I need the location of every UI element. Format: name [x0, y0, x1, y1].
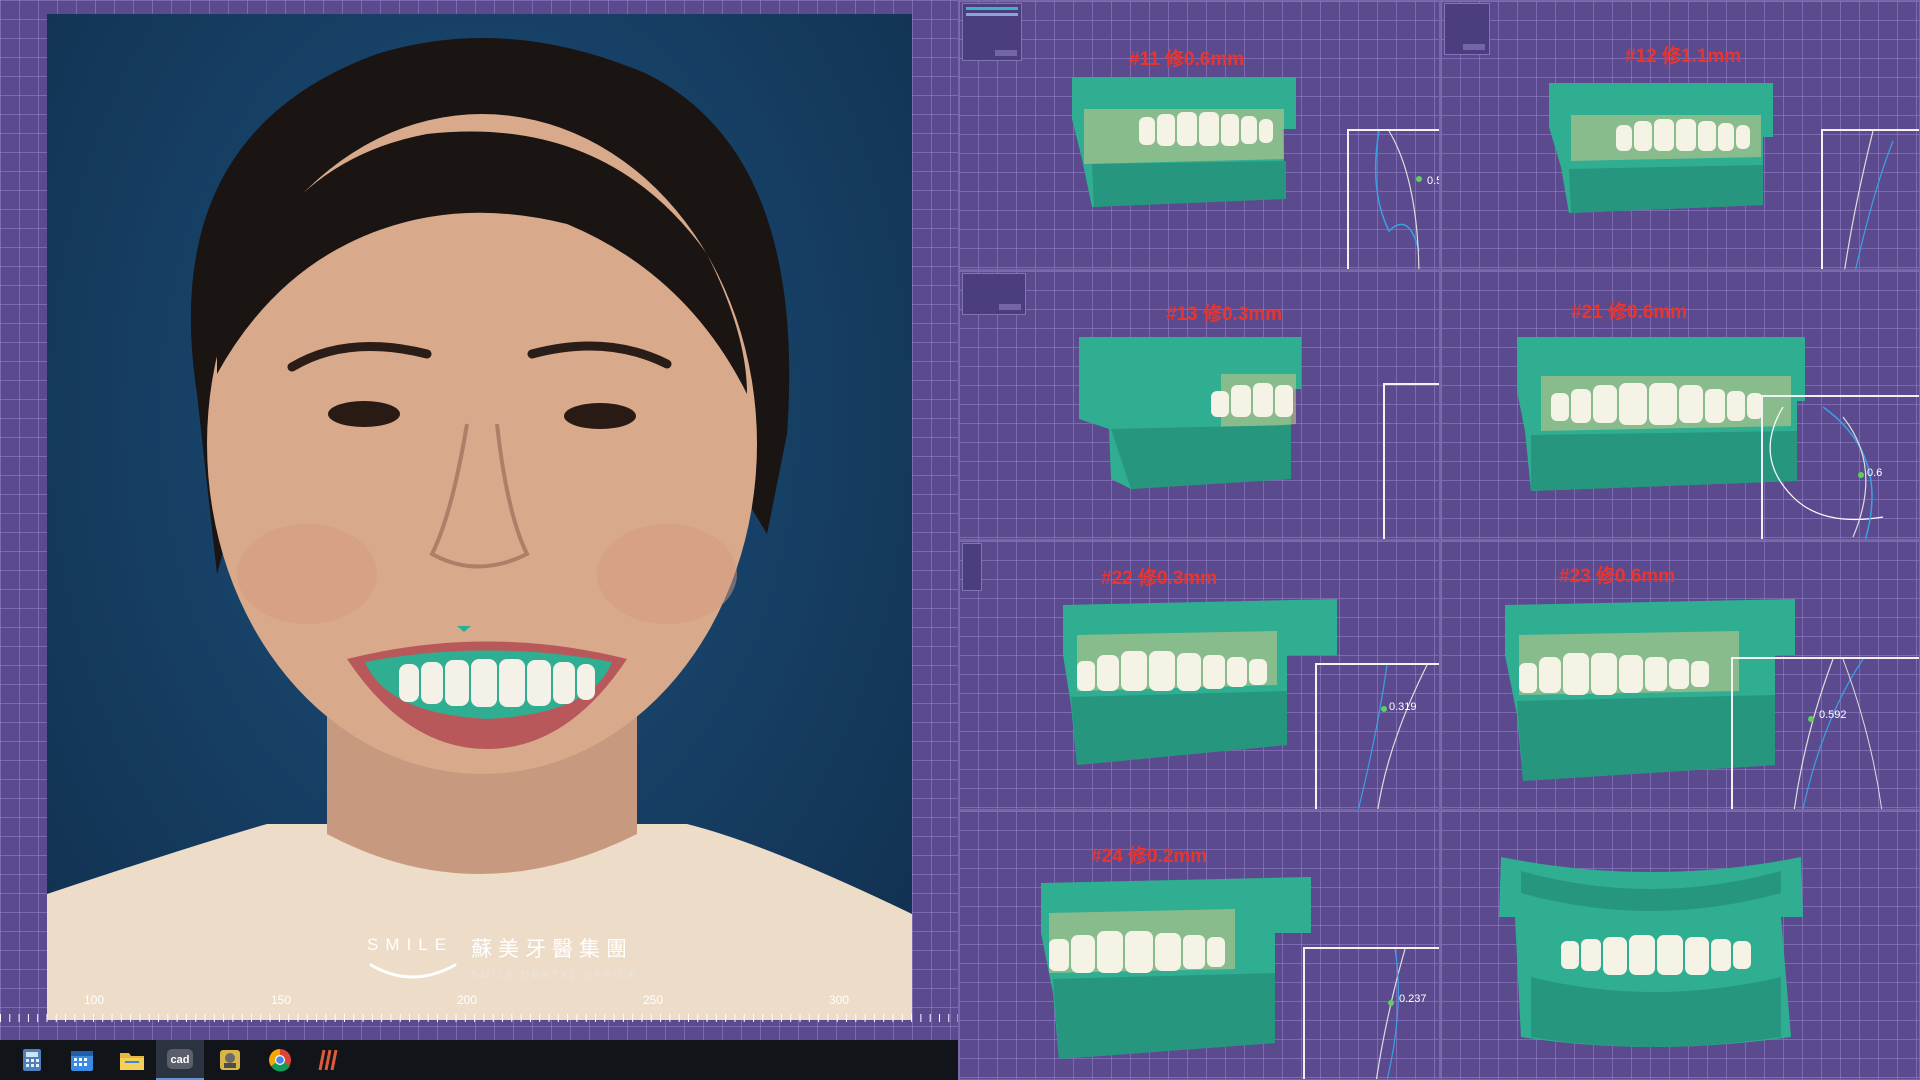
folder-icon[interactable]: [108, 1040, 156, 1080]
ruler-label: 300: [829, 993, 850, 1007]
clinic-logo: SMILE 蘇美牙醫集團 SMILE DENTAL OFFICE: [367, 919, 667, 999]
dental-model-render: [1041, 877, 1311, 1059]
panel-tooth-21[interactable]: #21 修0.6mm 0.6: [1440, 270, 1920, 540]
section-profile-graph: [1383, 383, 1439, 539]
section-profile-graph: 0.5: [1347, 129, 1439, 269]
section-profile-graph: 0.319: [1315, 663, 1439, 809]
face-illustration: [47, 38, 912, 1020]
patient-smile-photo: SMILE 蘇美牙醫集團 SMILE DENTAL OFFICE: [47, 14, 912, 1020]
panel-tooth-11[interactable]: #11 修0.6mm 0.5: [958, 0, 1440, 270]
model-comparison-grid: #11 修0.6mm 0.5 #12 修1.1mm #13 修0.3mm: [958, 0, 1920, 1080]
stripes-app-icon[interactable]: [304, 1040, 352, 1080]
cad-app-icon[interactable]: cad: [156, 1040, 204, 1080]
thickness-value: 0.237: [1399, 993, 1427, 1005]
panel-label: #21 修0.6mm: [1571, 302, 1688, 323]
ruler-label: 200: [457, 993, 478, 1007]
thickness-value: 0.5: [1427, 175, 1439, 187]
panel-label: #23 修0.6mm: [1559, 566, 1676, 587]
panel-label: #13 修0.3mm: [1166, 304, 1283, 325]
calendar-icon[interactable]: [58, 1040, 106, 1080]
section-profile-graph: 0.237: [1303, 947, 1439, 1079]
panel-label: #22 修0.3mm: [1101, 568, 1218, 589]
taskbar: cad: [0, 1040, 960, 1080]
dental-model-render: [1072, 77, 1296, 207]
dental-model-render: [1549, 83, 1773, 213]
section-profile-graph: 0.6: [1761, 395, 1919, 539]
chrome-icon[interactable]: [256, 1040, 304, 1080]
ruler-label: 150: [271, 993, 292, 1007]
panel-tooth-24[interactable]: #24 修0.2mm 0.237: [958, 810, 1440, 1080]
section-profile-graph: [1821, 129, 1919, 269]
measurement-ruler: 100 150 200 250 300: [0, 990, 958, 1022]
panel-tooth-12[interactable]: #12 修1.1mm: [1440, 0, 1920, 270]
logo-english: SMILE DENTAL OFFICE: [471, 970, 639, 981]
ruler-label: 100: [84, 993, 105, 1007]
ruler-ticks: [0, 1010, 958, 1022]
dental-model-render: [1063, 599, 1337, 765]
thickness-value: 0.592: [1819, 709, 1847, 721]
panel-label: #11 修0.6mm: [1129, 49, 1245, 70]
cad-app-label: cad: [171, 1054, 190, 1066]
mini-toolbar[interactable]: [962, 3, 1022, 61]
dental-model-render: [1499, 857, 1803, 1047]
panel-tooth-23[interactable]: #23 修0.6mm 0.592: [1440, 540, 1920, 810]
printer-app-icon[interactable]: [206, 1040, 254, 1080]
smile-curve-icon: [369, 963, 457, 979]
logo-word: SMILE: [367, 935, 454, 954]
thickness-value: 0.6: [1867, 467, 1883, 479]
panel-full-arch[interactable]: [1440, 810, 1920, 1080]
mini-toolbar[interactable]: [962, 273, 1026, 315]
panel-label: #12 修1.1mm: [1625, 46, 1742, 67]
ruler-label: 250: [643, 993, 664, 1007]
dental-model-render: [1079, 337, 1301, 489]
section-profile-graph: 0.592: [1731, 657, 1919, 809]
calculator-icon[interactable]: [8, 1040, 56, 1080]
thickness-value: 0.319: [1389, 701, 1417, 713]
panel-label: #24 修0.2mm: [1091, 846, 1208, 867]
logo-chinese: 蘇美牙醫集團: [471, 938, 633, 961]
panel-tooth-13[interactable]: #13 修0.3mm: [958, 270, 1440, 540]
mini-toolbar[interactable]: [962, 543, 982, 591]
mini-toolbar[interactable]: [1444, 3, 1490, 55]
photo-viewport[interactable]: SMILE 蘇美牙醫集團 SMILE DENTAL OFFICE 100 150…: [0, 0, 958, 1040]
panel-tooth-22[interactable]: #22 修0.3mm 0.319: [958, 540, 1440, 810]
